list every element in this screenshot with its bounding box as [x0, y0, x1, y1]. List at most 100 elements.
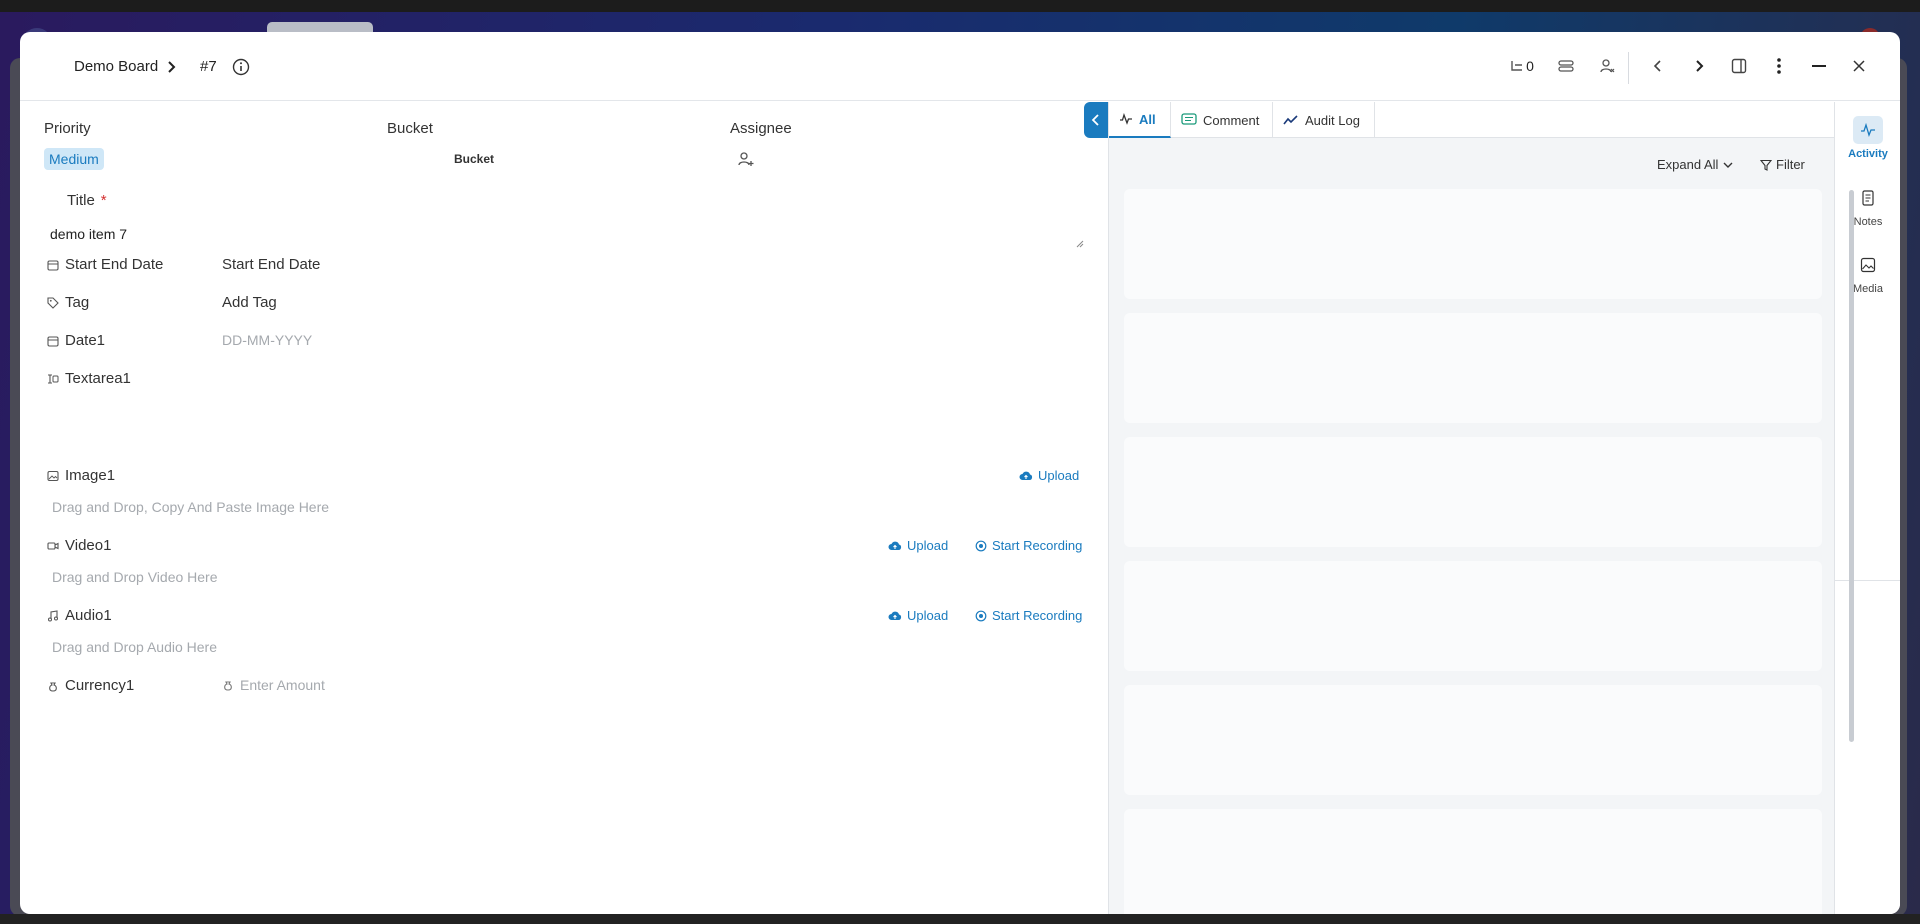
- tag-label-text: Tag: [65, 294, 90, 311]
- subtask-count: 0: [1526, 58, 1534, 74]
- video1-dropzone[interactable]: Drag and Drop Video Here: [52, 569, 218, 585]
- add-tag-button[interactable]: Add Tag: [222, 294, 277, 311]
- media-icon: [1853, 251, 1883, 279]
- desktop-bottom-strip: [0, 914, 1920, 924]
- upload-label: Upload: [907, 538, 949, 553]
- more-options-icon[interactable]: [1767, 54, 1791, 78]
- subtask-counter[interactable]: 0: [1505, 54, 1539, 78]
- activity-scrollbar[interactable]: [1849, 190, 1854, 742]
- audio1-upload-button[interactable]: Upload: [888, 608, 948, 623]
- tab-comment[interactable]: Comment: [1171, 102, 1273, 138]
- start-end-date-label: Start End Date: [47, 256, 163, 273]
- currency1-placeholder: Enter Amount: [240, 677, 325, 693]
- bucket-select[interactable]: Bucket: [454, 152, 494, 166]
- resize-handle-icon[interactable]: [1074, 238, 1084, 248]
- chevron-left-icon: [1091, 114, 1101, 126]
- activity-tabs: All Comment Audit Log: [1109, 102, 1835, 138]
- modal-header: Demo Board #7 0: [20, 32, 1900, 101]
- trend-icon: [1283, 114, 1299, 126]
- start-recording-label: Start Recording: [992, 608, 1083, 623]
- rail-media[interactable]: Media: [1835, 251, 1900, 295]
- start-recording-label: Start Recording: [992, 538, 1083, 553]
- title-label-text: Title: [67, 192, 95, 209]
- audio1-label: Audio1: [47, 607, 112, 624]
- cloud-upload-icon: [888, 610, 902, 622]
- currency1-label-text: Currency1: [65, 677, 135, 694]
- filter-icon: [1760, 159, 1772, 171]
- previous-item-icon[interactable]: [1646, 54, 1670, 78]
- money-bag-icon: [47, 680, 59, 692]
- add-assignee-icon[interactable]: [737, 150, 755, 168]
- side-rail: Activity Notes Media: [1834, 102, 1900, 914]
- tag-label: Tag: [47, 294, 89, 311]
- video1-label: Video1: [47, 537, 111, 554]
- upload-label: Upload: [1038, 468, 1080, 483]
- rail-notes[interactable]: Notes: [1835, 184, 1900, 228]
- image1-label-text: Image1: [65, 467, 116, 484]
- title-value: demo item 7: [50, 226, 128, 242]
- audio1-record-button[interactable]: Start Recording: [975, 608, 1082, 623]
- expand-all-label: Expand All: [1657, 157, 1719, 172]
- textarea1-label-text: Textarea1: [65, 370, 131, 387]
- upload-label: Upload: [907, 608, 949, 623]
- minimize-icon[interactable]: [1807, 54, 1831, 78]
- audio1-dropzone[interactable]: Drag and Drop Audio Here: [52, 639, 217, 655]
- tab-comment-label: Comment: [1203, 112, 1260, 128]
- video1-record-button[interactable]: Start Recording: [975, 538, 1082, 553]
- priority-select[interactable]: Medium: [44, 148, 104, 170]
- activity-icon: [1119, 113, 1133, 125]
- start-end-date-label-text: Start End Date: [65, 256, 164, 273]
- tab-all[interactable]: All: [1109, 102, 1171, 138]
- currency1-label: Currency1: [47, 677, 134, 694]
- start-end-date-picker[interactable]: Start End Date: [222, 256, 320, 273]
- next-item-icon[interactable]: [1687, 54, 1711, 78]
- chevron-right-icon: [164, 32, 178, 101]
- currency1-input[interactable]: Enter Amount: [222, 677, 325, 693]
- activity-panel: All Comment Audit Log Expand All Filter: [1108, 102, 1835, 914]
- activity-card-placeholder: [1124, 809, 1822, 914]
- activity-card-placeholder: [1124, 313, 1822, 423]
- chevron-down-icon: [1722, 160, 1734, 170]
- activity-card-placeholder: [1124, 189, 1822, 299]
- record-icon: [975, 610, 987, 622]
- cloud-upload-icon: [888, 540, 902, 552]
- image1-dropzone[interactable]: Drag and Drop, Copy And Paste Image Here: [52, 499, 329, 515]
- assign-user-icon[interactable]: [1595, 54, 1619, 78]
- date1-label-text: Date1: [65, 332, 106, 349]
- desktop-top-strip: [0, 0, 1920, 12]
- priority-label: Priority: [44, 120, 91, 137]
- image1-upload-button[interactable]: Upload: [1019, 468, 1079, 483]
- audio1-label-text: Audio1: [65, 607, 112, 624]
- expand-all-button[interactable]: Expand All: [1657, 157, 1734, 172]
- toggle-panel-icon[interactable]: [1727, 54, 1751, 78]
- textarea1-label: Textarea1: [47, 370, 131, 387]
- breadcrumb-board[interactable]: Demo Board: [74, 32, 158, 101]
- rail-notes-label: Notes: [1853, 216, 1883, 228]
- title-input[interactable]: demo item 7: [44, 218, 1104, 250]
- item-modal: Demo Board #7 0 Priority Medium Bucket B…: [20, 32, 1900, 914]
- activity-icon: [1853, 116, 1883, 144]
- rail-media-label: Media: [1853, 283, 1883, 295]
- cloud-upload-icon: [1019, 470, 1033, 482]
- info-icon[interactable]: [232, 32, 250, 101]
- title-label: Title *: [67, 192, 107, 209]
- tag-icon: [47, 296, 59, 309]
- video-icon: [47, 540, 59, 552]
- tab-all-label: All: [1139, 111, 1156, 127]
- textarea-icon: [47, 373, 59, 385]
- filter-label: Filter: [1776, 157, 1805, 172]
- calendar-icon: [47, 335, 59, 347]
- video1-upload-button[interactable]: Upload: [888, 538, 948, 553]
- calendar-icon: [47, 259, 59, 271]
- close-icon[interactable]: [1847, 54, 1871, 78]
- bucket-label: Bucket: [387, 120, 433, 137]
- date1-input[interactable]: DD-MM-YYYY: [222, 332, 312, 348]
- image-icon: [47, 470, 59, 482]
- workflow-icon[interactable]: [1554, 54, 1578, 78]
- rail-activity[interactable]: Activity: [1835, 116, 1900, 160]
- collapse-panel-button[interactable]: [1084, 102, 1108, 138]
- filter-button[interactable]: Filter: [1760, 157, 1805, 172]
- header-divider: [1628, 52, 1629, 84]
- assignee-label: Assignee: [730, 120, 792, 137]
- tab-audit-log[interactable]: Audit Log: [1273, 102, 1375, 138]
